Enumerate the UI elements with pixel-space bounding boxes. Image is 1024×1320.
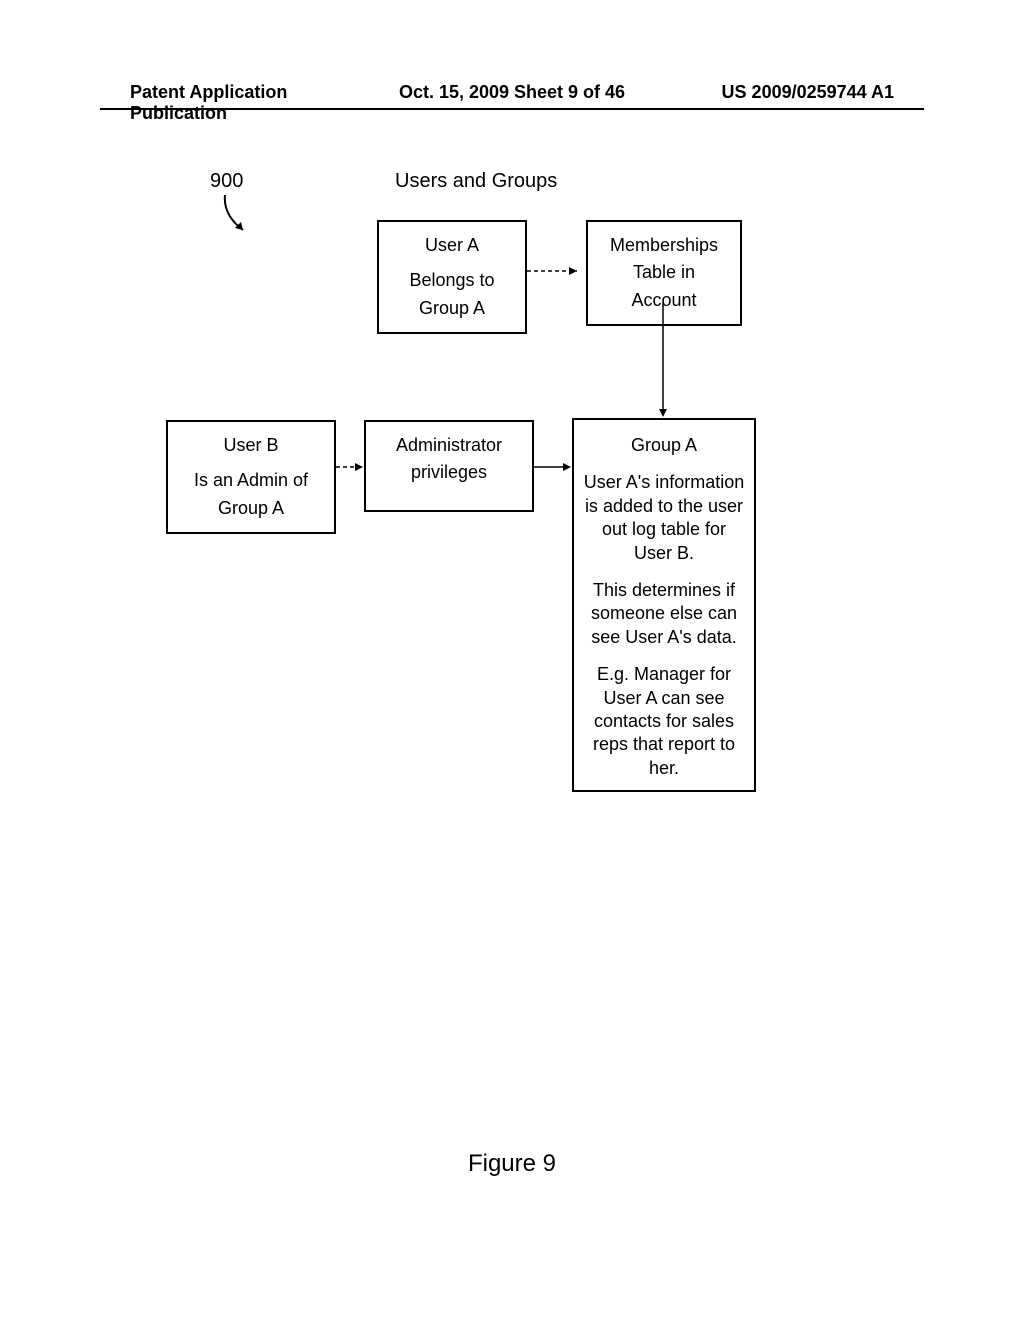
admin-line1: Administrator: [374, 434, 524, 457]
user-b-line3: Group A: [176, 497, 326, 520]
user-b-line2: Is an Admin of: [176, 469, 326, 492]
reference-arrow-icon: [215, 195, 255, 240]
user-a-line1: User A: [387, 234, 517, 257]
box-group-a: Group A User A's information is added to…: [572, 418, 756, 792]
header-publication: Patent Application Publication: [130, 82, 385, 124]
diagram-container: 900 Users and Groups User A Belongs to G…: [0, 130, 1024, 1030]
admin-line2: privileges: [374, 461, 524, 484]
user-b-line1: User B: [176, 434, 326, 457]
box-administrator: Administrator privileges: [364, 420, 534, 512]
group-a-para2: This determines if someone else can see …: [582, 579, 746, 649]
page-header: Patent Application Publication Oct. 15, …: [0, 82, 1024, 124]
box-user-a: User A Belongs to Group A: [377, 220, 527, 334]
header-patent-number: US 2009/0259744 A1: [639, 82, 894, 124]
memberships-line1: Memberships: [596, 234, 732, 257]
user-a-line3: Group A: [387, 297, 517, 320]
group-a-title: Group A: [582, 434, 746, 457]
arrow-memberships-to-group-a: [658, 302, 668, 422]
group-a-para1: User A's information is added to the use…: [582, 471, 746, 565]
header-rule: [100, 108, 924, 110]
arrow-admin-to-group-a: [534, 462, 574, 472]
header-date-sheet: Oct. 15, 2009 Sheet 9 of 46: [385, 82, 640, 124]
user-a-line2: Belongs to: [387, 269, 517, 292]
box-user-b: User B Is an Admin of Group A: [166, 420, 336, 534]
diagram-title: Users and Groups: [395, 170, 557, 193]
arrow-user-b-to-admin: [336, 462, 366, 472]
arrow-user-a-to-memberships: [527, 266, 587, 276]
memberships-line2: Table in: [596, 261, 732, 284]
group-a-para3: E.g. Manager for User A can see contacts…: [582, 663, 746, 780]
reference-number: 900: [210, 170, 243, 193]
figure-label: Figure 9: [0, 1150, 1024, 1178]
